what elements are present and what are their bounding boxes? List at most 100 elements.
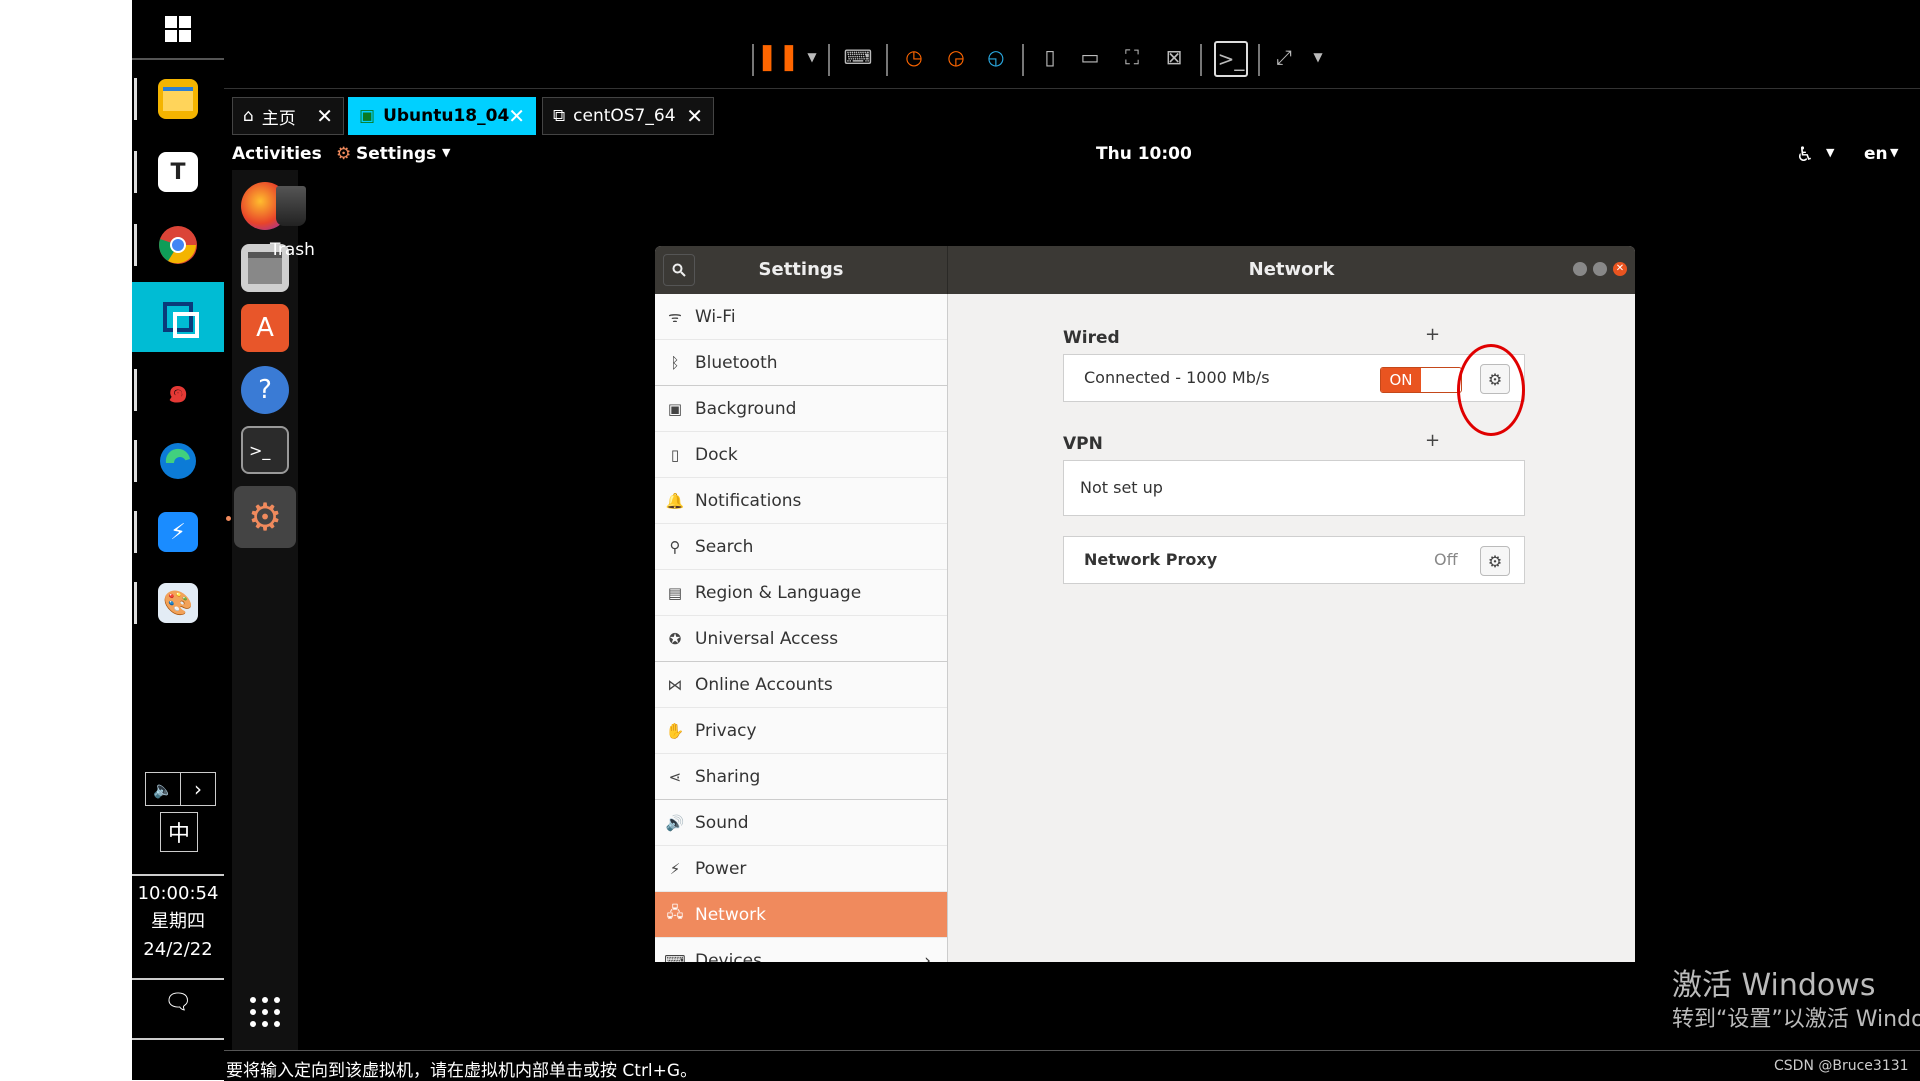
sidebar-item-devices[interactable]: ⌨ Devices › bbox=[655, 938, 947, 963]
sidebar-title: Settings bbox=[758, 259, 844, 280]
close-icon[interactable]: ✕ bbox=[508, 104, 525, 128]
notification-center-icon[interactable]: 🗨 bbox=[162, 990, 194, 1016]
sidebar-item-wifi[interactable]: ᯤ Wi-Fi bbox=[655, 294, 947, 340]
panel-title: Network bbox=[1248, 259, 1335, 280]
trash-label: Trash bbox=[270, 240, 315, 260]
watermark-title: 激活 Windows bbox=[1672, 968, 1876, 1003]
sidebar-item-sharing[interactable]: ⋖ Sharing bbox=[655, 754, 947, 800]
ubuntu-desktop[interactable]: Activities ⚙ Settings ▼ Thu 10:00 ♿ ▼ en… bbox=[226, 138, 1920, 1050]
windows-start-button[interactable] bbox=[132, 0, 224, 58]
sidebar-item-region[interactable]: ▤ Region & Language bbox=[655, 570, 947, 616]
tab-ubuntu[interactable]: ▣ Ubuntu18_04 ✕ bbox=[348, 97, 536, 135]
sidebar-item-notifications[interactable]: 🔔 Notifications bbox=[655, 478, 947, 524]
app-menu-settings[interactable]: Settings bbox=[356, 144, 436, 164]
taskbar-vmware[interactable] bbox=[132, 282, 224, 352]
chevron-right-icon: › bbox=[924, 950, 931, 963]
taskbar-edge[interactable] bbox=[132, 426, 224, 496]
settings-app-icon[interactable]: ⚙ bbox=[234, 486, 296, 548]
share-icon: ⋖ bbox=[668, 767, 682, 786]
power-icon: ⚡ bbox=[669, 859, 681, 878]
chrome-icon bbox=[159, 226, 197, 264]
add-wired-icon[interactable]: + bbox=[1425, 324, 1440, 345]
sidebar-item-label: Sharing bbox=[695, 766, 761, 787]
software-center-icon[interactable]: A bbox=[241, 304, 289, 352]
chevron-down-icon: ▼ bbox=[1890, 146, 1899, 159]
send-ctrl-alt-del-icon[interactable]: ⌨ bbox=[844, 43, 873, 71]
vpn-status: Not set up bbox=[1080, 478, 1163, 497]
sidebar-item-network[interactable]: 🖧 Network bbox=[655, 892, 947, 938]
close-icon[interactable]: ✕ bbox=[686, 104, 703, 128]
sidebar-item-search[interactable]: ⚲ Search bbox=[655, 524, 947, 570]
trash-icon[interactable] bbox=[276, 186, 306, 226]
network-proxy-label: Network Proxy bbox=[1084, 550, 1218, 569]
vpn-section-title: VPN bbox=[1063, 434, 1103, 454]
sidebar-item-dock[interactable]: ▯ Dock bbox=[655, 432, 947, 478]
stretch-view-icon[interactable]: ⤢ bbox=[1270, 43, 1298, 71]
toggle-on-label: ON bbox=[1381, 368, 1421, 392]
snapshot-manager-icon[interactable]: ◵ bbox=[982, 43, 1010, 71]
sidebar-item-label: Region & Language bbox=[695, 582, 862, 603]
tab-centos-label: centOS7_64 bbox=[573, 106, 676, 126]
sidebar-item-privacy[interactable]: ✋ Privacy bbox=[655, 708, 947, 754]
taskbar-app-blue[interactable]: ⚡ bbox=[132, 497, 224, 567]
console-view-icon[interactable]: >_ bbox=[1214, 41, 1248, 77]
settings-sidebar: ᯤ Wi-Fi ᛒ Bluetooth ▣ Background ▯ Dock 🔔 Not… bbox=[655, 294, 948, 962]
ubuntu-dock: A ? >_ ⚙ bbox=[226, 170, 298, 1050]
tray-expand-chevron-icon[interactable]: › bbox=[180, 772, 216, 806]
show-applications-icon[interactable] bbox=[249, 996, 281, 1028]
volume-icon[interactable]: 🔈 bbox=[145, 772, 181, 806]
wired-section-title: Wired bbox=[1063, 328, 1120, 348]
sidebar-item-background[interactable]: ▣ Background bbox=[655, 386, 947, 432]
ime-indicator[interactable]: 中 bbox=[160, 812, 198, 852]
watermark-subtitle: 转到“设置”以激活 Windo bbox=[1672, 1007, 1920, 1032]
region-icon: ▤ bbox=[667, 583, 683, 602]
tab-centos[interactable]: ⧉ centOS7_64 ✕ bbox=[542, 97, 714, 135]
taskbar-typora[interactable]: T bbox=[132, 137, 224, 207]
sidebar-item-online-accounts[interactable]: ⋈ Online Accounts bbox=[655, 662, 947, 708]
activities-button[interactable]: Activities bbox=[232, 144, 322, 164]
thumbnail-bar-icon[interactable]: ▭ bbox=[1076, 43, 1104, 71]
taskbar-file-explorer[interactable] bbox=[132, 64, 224, 134]
full-screen-icon[interactable]: ⛶ bbox=[1118, 43, 1146, 71]
sidebar-item-bluetooth[interactable]: ᛒ Bluetooth bbox=[655, 340, 947, 386]
accessibility-icon[interactable]: ♿ bbox=[1796, 142, 1814, 166]
clock-time: 10:00:54 bbox=[137, 883, 219, 904]
snapshot-icon[interactable]: ◷ bbox=[900, 43, 928, 71]
language-indicator[interactable]: en bbox=[1864, 144, 1888, 164]
sidebar-item-universal-access[interactable]: ✪ Universal Access bbox=[655, 616, 947, 662]
minimize-icon[interactable] bbox=[1573, 262, 1587, 276]
unity-icon[interactable]: ⊠ bbox=[1160, 43, 1188, 71]
sidebar-item-power[interactable]: ⚡ Power bbox=[655, 846, 947, 892]
revert-snapshot-icon[interactable]: ◶ bbox=[942, 43, 970, 71]
sidebar-item-label: Sound bbox=[695, 812, 749, 833]
network-proxy-row[interactable]: Network Proxy Off ⚙ bbox=[1063, 536, 1525, 584]
topbar-clock[interactable]: Thu 10:00 bbox=[1096, 144, 1192, 164]
vm-icon: ⧉ bbox=[553, 106, 566, 126]
add-vpn-icon[interactable]: + bbox=[1425, 430, 1440, 451]
tab-home[interactable]: ⌂ 主页 ✕ bbox=[232, 97, 344, 135]
edge-icon bbox=[160, 443, 196, 479]
stretch-dropdown-icon[interactable]: ▼ bbox=[1304, 43, 1332, 71]
help-icon[interactable]: ? bbox=[241, 366, 289, 414]
maximize-icon[interactable] bbox=[1593, 262, 1607, 276]
taskbar-clock[interactable]: 10:00:54 星期四 24/2/22 bbox=[132, 880, 224, 964]
status-message: 要将输入定向到该虚拟机，请在虚拟机内部单击或按 Ctrl+G。 bbox=[226, 1061, 698, 1081]
terminal-icon[interactable]: >_ bbox=[241, 426, 289, 474]
taskbar-app-swirl[interactable]: ๑ bbox=[132, 355, 224, 425]
wired-toggle[interactable]: ON bbox=[1380, 367, 1462, 393]
csdn-credit: CSDN @Bruce3131 bbox=[1774, 1058, 1909, 1074]
pause-icon[interactable]: ❚❚ bbox=[756, 42, 800, 72]
taskbar-chrome[interactable] bbox=[132, 210, 224, 280]
close-icon[interactable]: ✕ bbox=[316, 104, 333, 128]
sidebar-item-label: Bluetooth bbox=[695, 352, 778, 373]
network-proxy-value: Off bbox=[1434, 550, 1458, 569]
bell-icon: 🔔 bbox=[665, 491, 685, 510]
pause-dropdown-icon[interactable]: ▼ bbox=[798, 43, 826, 71]
taskbar-paint[interactable]: 🎨 bbox=[132, 568, 224, 638]
proxy-settings-button[interactable]: ⚙ bbox=[1480, 546, 1510, 576]
close-icon[interactable]: ✕ bbox=[1613, 262, 1627, 276]
sidebar-item-sound[interactable]: 🔊 Sound bbox=[655, 800, 947, 846]
search-icon: ⚲ bbox=[669, 537, 681, 556]
show-library-icon[interactable]: ▯ bbox=[1036, 43, 1064, 71]
typora-icon: T bbox=[158, 152, 198, 192]
